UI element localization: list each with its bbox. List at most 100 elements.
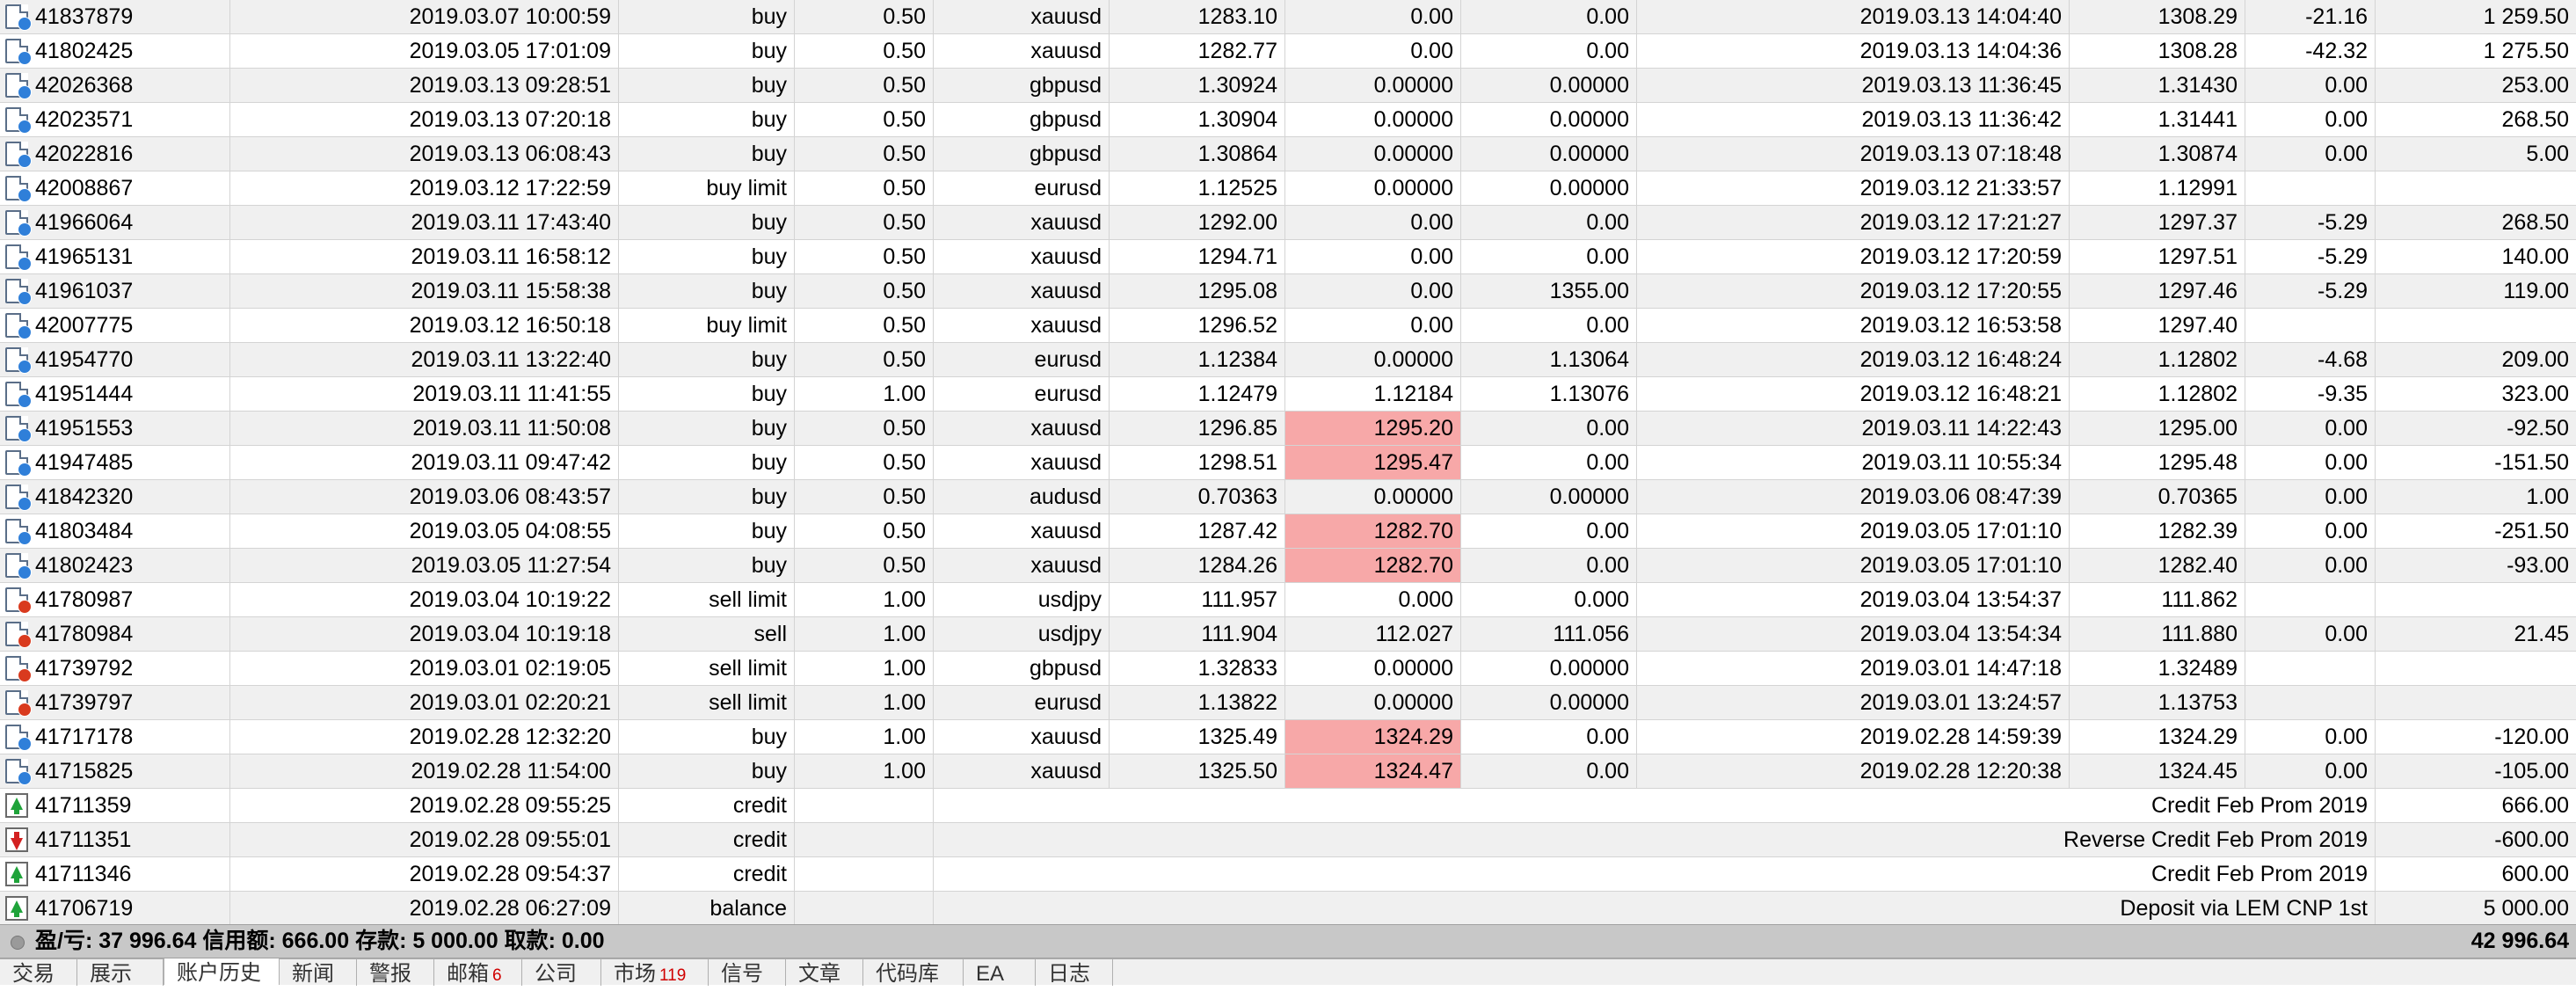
tab-2[interactable]: 展示 [77,959,164,986]
stop-loss-cell: 1324.47 [1285,754,1461,788]
open-time-cell: 2019.03.06 08:43:57 [230,480,619,514]
close-time-cell: 2019.02.28 12:20:38 [1637,754,2070,788]
tab-label: EA [976,962,1005,986]
order-row[interactable]: 41947485 2019.03.11 09:47:42 buy 0.50 xauusd… [0,446,2576,480]
order-row[interactable]: 41842320 2019.03.06 08:43:57 buy 0.50 audusd… [0,480,2576,514]
order-row[interactable]: 42007775 2019.03.12 16:50:18 buy limit 0.50… [0,309,2576,343]
transaction-row[interactable]: 41711351 2019.02.28 09:55:01 credit Reverse… [0,823,2576,857]
ticket-cell: 41951444 [0,377,230,411]
tab-13[interactable]: 日志 [1036,959,1113,986]
tab-10[interactable]: 文章 [786,959,863,986]
profit-cell [2376,309,2576,342]
ticket-cell: 41706719 [0,892,230,925]
summary-text: 盈/亏: 37 996.64 信用额: 666.00 存款: 5 000.00 … [35,929,605,953]
tab-11[interactable]: 代码库 [863,959,964,986]
tab-4[interactable]: 新闻 [280,959,357,986]
order-row[interactable]: 42023571 2019.03.13 07:20:18 buy 0.50 gbpusd… [0,103,2576,137]
open-price-cell: 1.30924 [1110,69,1285,102]
order-row[interactable]: 41951444 2019.03.11 11:41:55 buy 1.00 eurusd… [0,377,2576,412]
order-row[interactable]: 41739792 2019.03.01 02:19:05 sell limit 1.0… [0,652,2576,686]
stop-loss-cell: 0.00000 [1285,171,1461,205]
take-profit-cell: 0.00 [1461,514,1637,548]
ticket-number: 42007775 [35,313,134,338]
ticket-cell: 41711346 [0,857,230,891]
order-row[interactable]: 41961037 2019.03.11 15:58:38 buy 0.50 xauusd… [0,274,2576,309]
order-row[interactable]: 41966064 2019.03.11 17:43:40 buy 0.50 xauusd… [0,206,2576,240]
order-row[interactable]: 41965131 2019.03.11 16:58:12 buy 0.50 xauusd… [0,240,2576,274]
swap-cell [2245,309,2376,342]
order-size-cell: 0.50 [795,137,934,171]
order-row[interactable]: 42026368 2019.03.13 09:28:51 buy 0.50 gbpusd… [0,69,2576,103]
order-buy-icon [5,416,32,442]
profit-cell [2376,171,2576,205]
order-row[interactable]: 41739797 2019.03.01 02:20:21 sell limit 1.0… [0,686,2576,720]
order-row[interactable]: 42008867 2019.03.12 17:22:59 buy limit 0.50… [0,171,2576,206]
tab-12[interactable]: EA [964,959,1036,986]
order-row[interactable]: 41715825 2019.02.28 11:54:00 buy 1.00 xauusd… [0,754,2576,789]
order-row[interactable]: 41802423 2019.03.05 11:27:54 buy 0.50 xauusd… [0,549,2576,583]
order-row[interactable]: 41717178 2019.02.28 12:32:20 buy 1.00 xauusd… [0,720,2576,754]
close-time-cell: 2019.03.12 17:21:27 [1637,206,2070,239]
take-profit-cell: 0.00000 [1461,103,1637,136]
profit-cell: -151.50 [2494,450,2569,475]
order-row[interactable]: 41803484 2019.03.05 04:08:55 buy 0.50 xauusd… [0,514,2576,549]
ticket-cell: 41803484 [0,514,230,548]
ticket-cell: 41780984 [0,617,230,651]
order-row[interactable]: 41837879 2019.03.07 10:00:59 buy 0.50 xauusd… [0,0,2576,34]
tab-9[interactable]: 信号 [709,959,786,986]
tab-8[interactable]: 市场 119 [601,959,709,986]
tab-3[interactable]: 账户历史 [164,958,280,985]
transaction-row[interactable]: 41706719 2019.02.28 06:27:09 balance Deposi… [0,892,2576,926]
close-time-cell: 2019.03.12 16:53:58 [1637,309,2070,342]
symbol-cell: xauusd [934,549,1110,582]
ticket-number: 41739792 [35,656,134,681]
open-price-cell: 1.12384 [1110,343,1285,376]
ticket-cell: 41739792 [0,652,230,685]
transaction-row[interactable]: 41711346 2019.02.28 09:54:37 credit Credit … [0,857,2576,892]
close-time-cell: 2019.03.13 11:36:42 [1637,103,2070,136]
order-size-cell: 1.00 [795,720,934,754]
tab-5[interactable]: 警报 [357,959,434,986]
tab-1[interactable]: 交易 [0,959,77,986]
summary-status-icon [11,936,25,950]
open-price-cell: 1.12479 [1110,377,1285,411]
open-price-cell: 1.30904 [1110,103,1285,136]
order-row[interactable]: 42022816 2019.03.13 06:08:43 buy 0.50 gbpusd… [0,137,2576,171]
ticket-number: 41780984 [35,622,134,646]
take-profit-cell: 0.000 [1461,583,1637,616]
order-row[interactable]: 41951553 2019.03.11 11:50:08 buy 0.50 xauusd… [0,412,2576,446]
close-time-cell: 2019.02.28 14:59:39 [1637,720,2070,754]
comment-cell: Credit Feb Prom 2019 [795,789,2376,822]
amount-cell: 600.00 [2501,862,2569,886]
tab-badge: 6 [492,966,502,985]
tab-6[interactable]: 邮箱 6 [434,959,522,986]
symbol-cell: eurusd [934,343,1110,376]
open-price-cell: 1282.77 [1110,34,1285,68]
tab-label: 信号 [721,962,763,986]
open-price-cell: 1.32833 [1110,652,1285,685]
ticket-cell: 41739797 [0,686,230,719]
order-size-cell: 0.50 [795,240,934,273]
order-size-cell: 0.50 [795,274,934,308]
order-row[interactable]: 41780984 2019.03.04 10:19:18 sell 1.00 usdjp… [0,617,2576,652]
ticket-number: 41951444 [35,382,134,406]
profit-cell: -93.00 [2507,553,2569,578]
order-buy-icon [5,553,32,579]
order-type-cell: sell limit [619,583,795,616]
close-price-cell: 1.32489 [2070,652,2245,685]
tab-7[interactable]: 公司 [522,959,601,986]
ticket-cell: 42008867 [0,171,230,205]
stop-loss-cell: 0.00000 [1285,103,1461,136]
close-time-cell: 2019.03.06 08:47:39 [1637,480,2070,514]
order-buy-icon [5,725,32,751]
profit-cell: 209.00 [2501,347,2569,372]
stop-loss-cell: 0.00000 [1285,686,1461,719]
transaction-type-cell: credit [619,789,795,822]
order-row[interactable]: 41780987 2019.03.04 10:19:22 sell limit 1.0… [0,583,2576,617]
transaction-type-cell: balance [619,892,795,925]
order-row[interactable]: 41802425 2019.03.05 17:01:09 buy 0.50 xauusd… [0,34,2576,69]
transaction-row[interactable]: 41711359 2019.02.28 09:55:25 credit Credit … [0,789,2576,823]
open-time-cell: 2019.03.01 02:20:21 [230,686,619,719]
symbol-cell: usdjpy [934,617,1110,651]
order-row[interactable]: 41954770 2019.03.11 13:22:40 buy 0.50 eurusd… [0,343,2576,377]
